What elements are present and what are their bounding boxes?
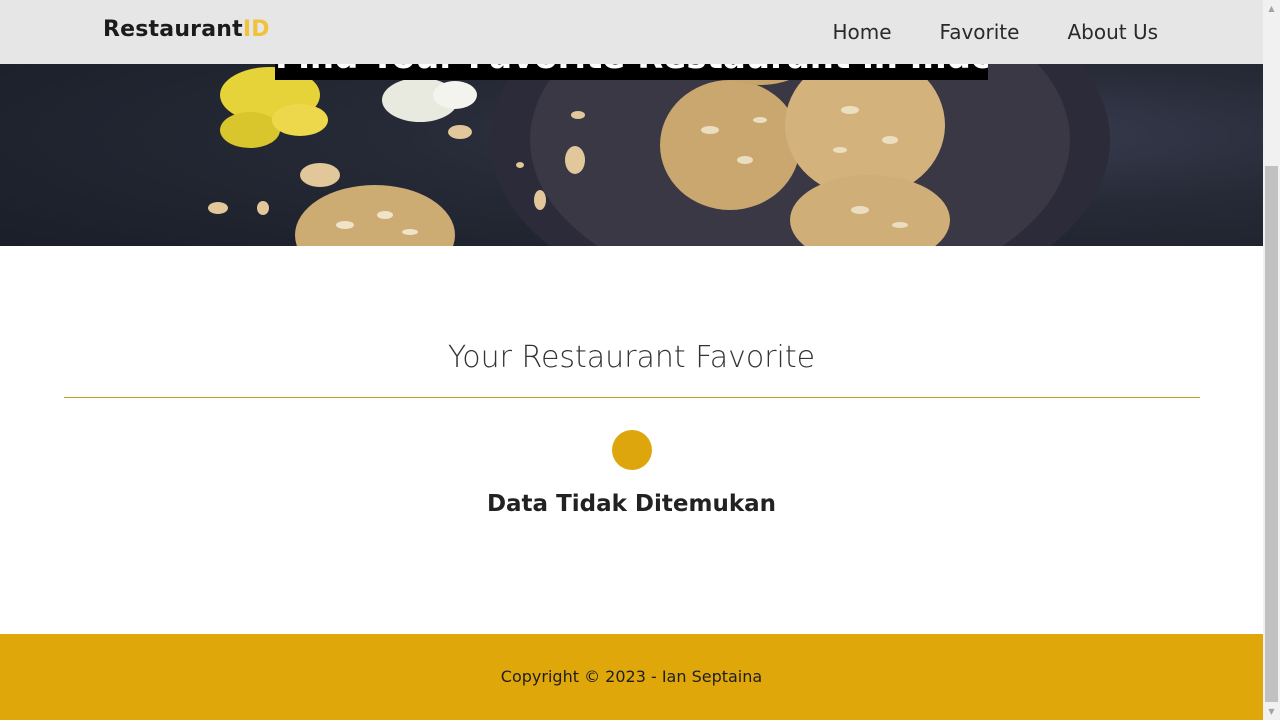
empty-state-message: Data Tidak Ditemukan xyxy=(486,491,777,517)
nav-favorite-link[interactable]: Favorite xyxy=(940,20,1020,44)
nav-about-link[interactable]: About Us xyxy=(1067,20,1158,44)
section-title: Your Restaurant Favorite xyxy=(447,340,816,375)
scrollbar-thumb[interactable] xyxy=(1265,166,1278,702)
brand-logo[interactable]: RestaurantID xyxy=(103,17,270,42)
footer-copyright: Copyright © 2023 - Ian Septaina xyxy=(500,667,763,686)
page-scrollbar[interactable]: ▲ ▼ xyxy=(1263,0,1280,720)
app-bar: RestaurantID Home Favorite About Us xyxy=(0,0,1263,64)
scroll-up-arrow-icon[interactable]: ▲ xyxy=(1263,0,1280,17)
nav-home-link[interactable]: Home xyxy=(832,20,891,44)
main-nav: Home Favorite About Us xyxy=(832,0,1158,64)
brand-name: Restaurant xyxy=(103,17,243,42)
loading-spinner-icon xyxy=(612,430,652,470)
section-divider xyxy=(64,397,1200,398)
scroll-down-arrow-icon[interactable]: ▼ xyxy=(1263,703,1280,720)
footer: Copyright © 2023 - Ian Septaina xyxy=(0,634,1263,720)
brand-accent: ID xyxy=(242,17,270,42)
